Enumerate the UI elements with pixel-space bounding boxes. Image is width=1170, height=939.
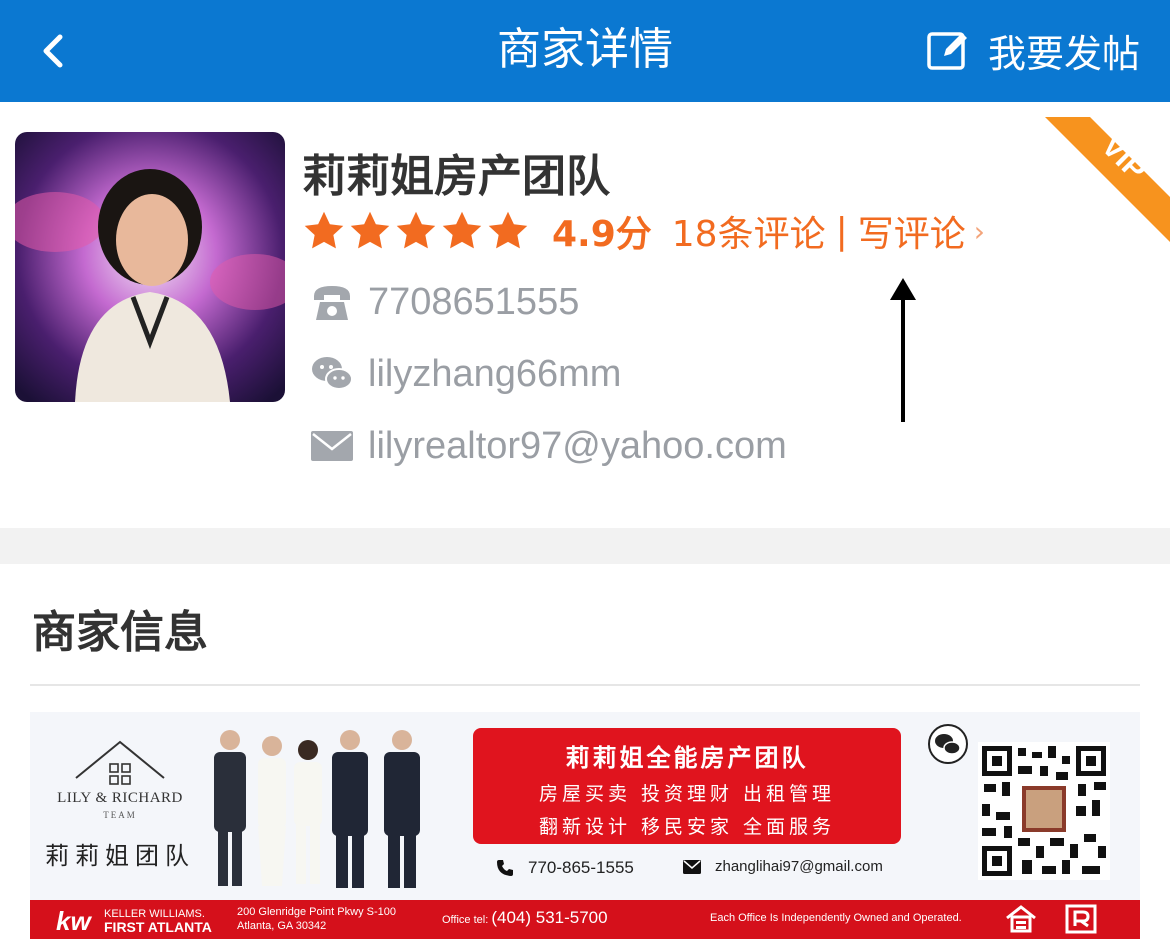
equal-housing-icon [1006,905,1036,933]
divider [30,684,1140,686]
phone-icon [310,280,354,324]
logo-team: TEAM [103,810,137,820]
banner-email: zhanglihai97@gmail.com [683,858,883,875]
team-photo [214,730,420,888]
merchant-profile: 莉莉姐房产团队 4.9分 18条评论 | 写评论 › 7708651555 li… [0,102,1170,528]
reviews-link[interactable]: 18条评论 [672,205,826,257]
star-rating [302,209,530,253]
brand-name: KELLER WILLIAMS. FIRST ATLANTA [104,908,212,936]
section-gap [0,528,1170,564]
phone-row[interactable]: 7708651555 [310,274,579,330]
services-line-2: 翻新设计 移民安家 全面服务 [538,816,836,838]
vip-ribbon-icon: VIP [1045,117,1170,242]
email-row[interactable]: lilyrealtor97@yahoo.com [310,418,787,474]
office-address: 200 Glenridge Point Pkwy S-100 Atlanta, … [237,905,396,933]
wechat-id: lilyzhang66mm [368,352,622,395]
post-button[interactable]: 我要发帖 [926,22,1140,78]
banner-phone-number: 770-865-1555 [528,858,634,877]
separator: | [835,210,848,252]
qr-code [978,742,1110,880]
disclaimer: Each Office Is Independently Owned and O… [710,912,962,924]
logo-name: LILY & RICHARD [57,790,183,806]
annotation-arrow [890,278,916,422]
phone-number: 7708651555 [368,280,580,323]
top-nav-bar: 商家详情 我要发帖 [0,0,1170,102]
services-line-1: 房屋买卖 投资理财 出租管理 [538,783,836,805]
phone-icon [497,860,513,876]
avatar [15,132,285,402]
merchant-name: 莉莉姐房产团队 [302,151,610,202]
rating-row: 4.9分 18条评论 | 写评论 › [302,206,985,256]
mail-icon [310,424,354,468]
star-icon [396,211,436,249]
write-review-link[interactable]: 写评论 [858,205,966,257]
wechat-icon [928,724,968,764]
star-icon [442,211,482,249]
wechat-row[interactable]: lilyzhang66mm [310,346,621,402]
address-line-2: Atlanta, GA 30342 [237,920,327,932]
merchant-banner-image: LILY & RICHARD TEAM 莉莉姐团队 莉莉姐全能房产团队 房屋买卖… [30,712,1140,939]
star-icon [350,211,390,249]
kw-logo: kw [56,906,91,936]
office-label: Office tel: [442,914,489,926]
office-phone: Office tel: (404) 531-5700 [442,908,608,928]
mail-icon [683,859,701,874]
office-tel: (404) 531-5700 [491,908,608,927]
post-label: 我要发帖 [987,31,1140,76]
logo-chinese-name: 莉莉姐团队 [45,842,195,870]
banner-headline: 莉莉姐全能房产团队 [565,744,809,772]
brand-office: FIRST ATLANTA [104,919,212,935]
address-line-1: 200 Glenridge Point Pkwy S-100 [237,906,396,918]
banner-phone: 770-865-1555 [496,858,634,878]
banner-email-address: zhanglihai97@gmail.com [715,858,883,875]
edit-icon [927,32,967,70]
rating-score: 4.9分 [552,214,652,255]
star-icon [304,211,344,249]
star-icon [488,211,528,249]
section-title: 商家信息 [32,607,208,658]
brand-footer: kw KELLER WILLIAMS. FIRST ATLANTA 200 Gl… [30,900,1140,939]
chevron-right-icon[interactable]: › [974,215,985,248]
service-banner: 莉莉姐全能房产团队 房屋买卖 投资理财 出租管理 翻新设计 移民安家 全面服务 [473,728,901,844]
email-address: lilyrealtor97@yahoo.com [368,424,787,467]
realtor-icon [1065,904,1097,934]
wechat-icon [310,352,354,396]
